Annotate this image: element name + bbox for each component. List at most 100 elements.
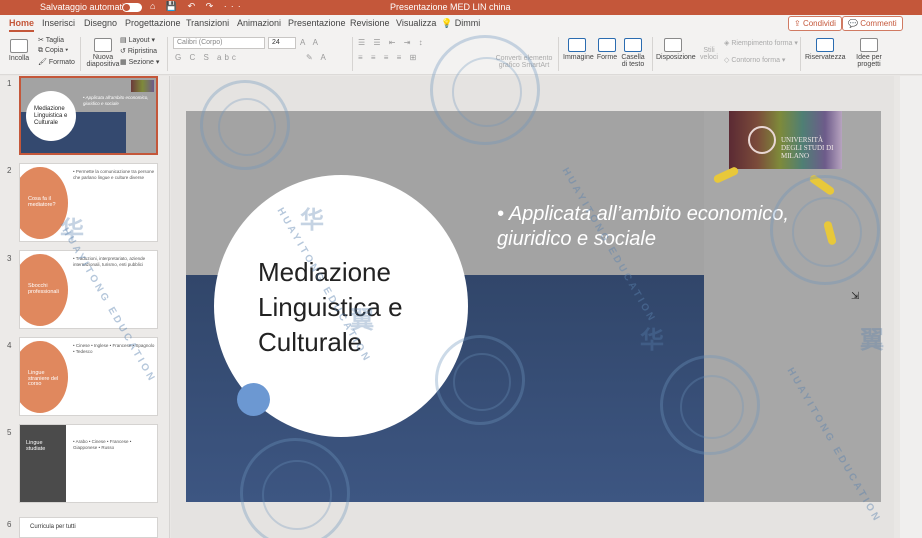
tab-transitions[interactable]: Transizioni [186, 18, 229, 28]
reset-icon: ↺ [120, 48, 126, 55]
section-label: Sezione [128, 59, 154, 66]
thumbnail-text: • Traduzioni, interpretariato, aziende i… [73, 256, 146, 267]
slide-thumbnail-4[interactable]: Lingue straniere del corso • Cinese • In… [19, 337, 158, 416]
thumbnail-number: 2 [7, 166, 12, 175]
image-button[interactable]: Immagine [563, 38, 594, 61]
layout-button[interactable]: ▤ Layout ▾ [120, 36, 155, 44]
thumbnail-logo [131, 80, 154, 92]
slide-thumbnail-6[interactable]: Curricula per tutti [19, 517, 158, 538]
clipboard-icon [10, 39, 28, 53]
thumbnail-text: • Permette la comunicazione tra persone … [73, 169, 155, 180]
copy-label: Copia [44, 47, 64, 54]
shape-outline-label: Contorno forma [731, 57, 780, 64]
font-name-select[interactable]: Calibri (Corpo) [173, 37, 265, 49]
font-grow-shrink[interactable]: A A [300, 38, 321, 47]
image-icon [568, 38, 586, 52]
share-label: Condividi [802, 19, 836, 28]
shape-fill-label: Riempimento forma [731, 40, 793, 47]
slide-thumbnail-1[interactable]: Mediazione Linguistica e Culturale • App… [19, 76, 158, 155]
comment-icon: 💬 [848, 19, 858, 28]
tab-slideshow[interactable]: Presentazione [288, 18, 346, 28]
tab-home[interactable]: Home [9, 18, 35, 32]
thumbnail-title: Cosa fa il mediatore? [28, 196, 56, 208]
thumbnail-number: 3 [7, 254, 12, 263]
thumbnail-text: • Arabo • Cinese • Francese • Giapponese… [73, 439, 132, 450]
thumbnail-title: Lingue studiate [26, 440, 46, 452]
tell-me-search[interactable]: 💡 Dimmi [441, 18, 480, 29]
text-color-buttons[interactable]: ✎ A [306, 53, 329, 62]
accent-dot [237, 383, 270, 416]
scissors-icon: ✂ [38, 37, 44, 44]
lightbulb-icon: 💡 [441, 18, 453, 28]
autosave-toggle[interactable] [122, 3, 142, 12]
ribbon-home: Incolla ✂ Taglia ⧉ Copia ▾ 🖌 Formato Nuo… [0, 33, 922, 75]
thumbnail-number: 1 [7, 79, 12, 88]
tell-me-label: Dimmi [454, 18, 481, 28]
tab-design[interactable]: Progettazione [125, 18, 181, 28]
comments-button[interactable]: 💬 Commenti [842, 16, 903, 31]
new-slide-button[interactable]: Nuova diapositiva [86, 38, 120, 68]
shape-outline-button[interactable]: ◇ Contorno forma ▾ [724, 56, 785, 64]
share-icon: ⇪ [794, 19, 801, 28]
list-buttons[interactable]: ☰ ☰ ⇤ ⇥ ↕ [358, 38, 426, 47]
current-slide[interactable]: UNIVERSITÀ DEGLI STUDI DI MILANO Mediazi… [186, 111, 881, 502]
tab-review[interactable]: Revisione [350, 18, 390, 28]
ribbon-tabs: Home Inserisci Disegno Progettazione Tra… [0, 15, 922, 33]
sensitivity-label: Riservatezza [805, 54, 846, 61]
thumbnail-title: Curricula per tutti [30, 524, 76, 530]
quick-styles-button[interactable]: Stili veloci [697, 47, 721, 61]
section-button[interactable]: ▦ Sezione ▾ [120, 58, 159, 66]
slide-thumbnail-2[interactable]: Cosa fa il mediatore? • Permette la comu… [19, 163, 158, 242]
text-format-buttons[interactable]: G C S abc [175, 53, 239, 62]
format-painter-button[interactable]: 🖌 Formato [38, 58, 75, 66]
slide-bullet[interactable]: • Applicata all’ambito economico, giurid… [497, 202, 797, 252]
arrange-icon [664, 38, 682, 52]
copy-button[interactable]: ⧉ Copia ▾ [38, 47, 68, 55]
thumbnail-number: 4 [7, 341, 12, 350]
new-slide-icon [94, 38, 112, 52]
title-bar: Salvataggio automatico ⌂ 💾 ↶ ↷ ··· Prese… [0, 0, 922, 15]
ribbon-divider [167, 37, 168, 71]
share-button[interactable]: ⇪ Condividi [788, 16, 842, 31]
smartart-label: Converti elemento grafico SmartArt [495, 55, 553, 69]
textbox-icon [624, 38, 642, 52]
shapes-button[interactable]: Forme [594, 38, 620, 61]
tab-animations[interactable]: Animazioni [237, 18, 281, 28]
university-logo-text: UNIVERSITÀ DEGLI STUDI DI MILANO [781, 136, 834, 160]
align-buttons[interactable]: ≡ ≡ ≡ ≡ ⊞ [358, 53, 419, 62]
quick-access-icons[interactable]: ⌂ 💾 ↶ ↷ ··· [150, 1, 245, 12]
paste-button[interactable]: Incolla [6, 39, 32, 62]
section-icon: ▦ [120, 59, 127, 66]
tab-view[interactable]: Visualizza [396, 18, 436, 28]
slide-thumbnail-5[interactable]: Lingue studiate • Arabo • Cinese • Franc… [19, 424, 158, 503]
arrange-label: Disposizione [656, 54, 696, 61]
textbox-button[interactable]: Casella di testo [620, 38, 646, 68]
designer-icon [860, 38, 878, 52]
slide-title[interactable]: Mediazione Linguistica e Culturale [258, 255, 428, 360]
slide-thumbnails-pane: 1 Mediazione Linguistica e Culturale • A… [0, 76, 170, 538]
thumbnail-number: 6 [7, 520, 12, 529]
thumbnail-title: Mediazione Linguistica e Culturale [34, 106, 68, 126]
autosave-label: Salvataggio automatico [40, 2, 134, 12]
vertical-scrollbar[interactable] [900, 76, 922, 538]
tab-draw[interactable]: Disegno [84, 18, 117, 28]
cut-button[interactable]: ✂ Taglia [38, 36, 64, 44]
reset-button[interactable]: ↺ Ripristina [120, 47, 157, 55]
sensitivity-icon [816, 38, 834, 52]
thumbnail-title: Lingue straniere del corso [28, 370, 59, 387]
designer-label: Idee per progetti [856, 54, 882, 68]
copy-icon: ⧉ [38, 47, 43, 54]
designer-button[interactable]: Idee per progetti [852, 38, 886, 68]
shape-fill-button[interactable]: ◈ Riempimento forma ▾ [724, 39, 798, 47]
sensitivity-button[interactable]: Riservatezza [805, 38, 845, 61]
mouse-cursor-icon: ⇲ [851, 291, 860, 302]
smartart-button[interactable]: Converti elemento grafico SmartArt [494, 55, 554, 69]
brush-icon: 🖌 [38, 59, 47, 66]
university-seal-icon [748, 126, 776, 154]
font-size-select[interactable]: 24 [268, 37, 296, 49]
tab-insert[interactable]: Inserisci [42, 18, 75, 28]
slide-thumbnail-3[interactable]: Sbocchi professionali • Traduzioni, inte… [19, 250, 158, 329]
university-logo: UNIVERSITÀ DEGLI STUDI DI MILANO [729, 111, 842, 169]
arrange-button[interactable]: Disposizione [656, 38, 696, 61]
cut-label: Taglia [45, 37, 64, 44]
